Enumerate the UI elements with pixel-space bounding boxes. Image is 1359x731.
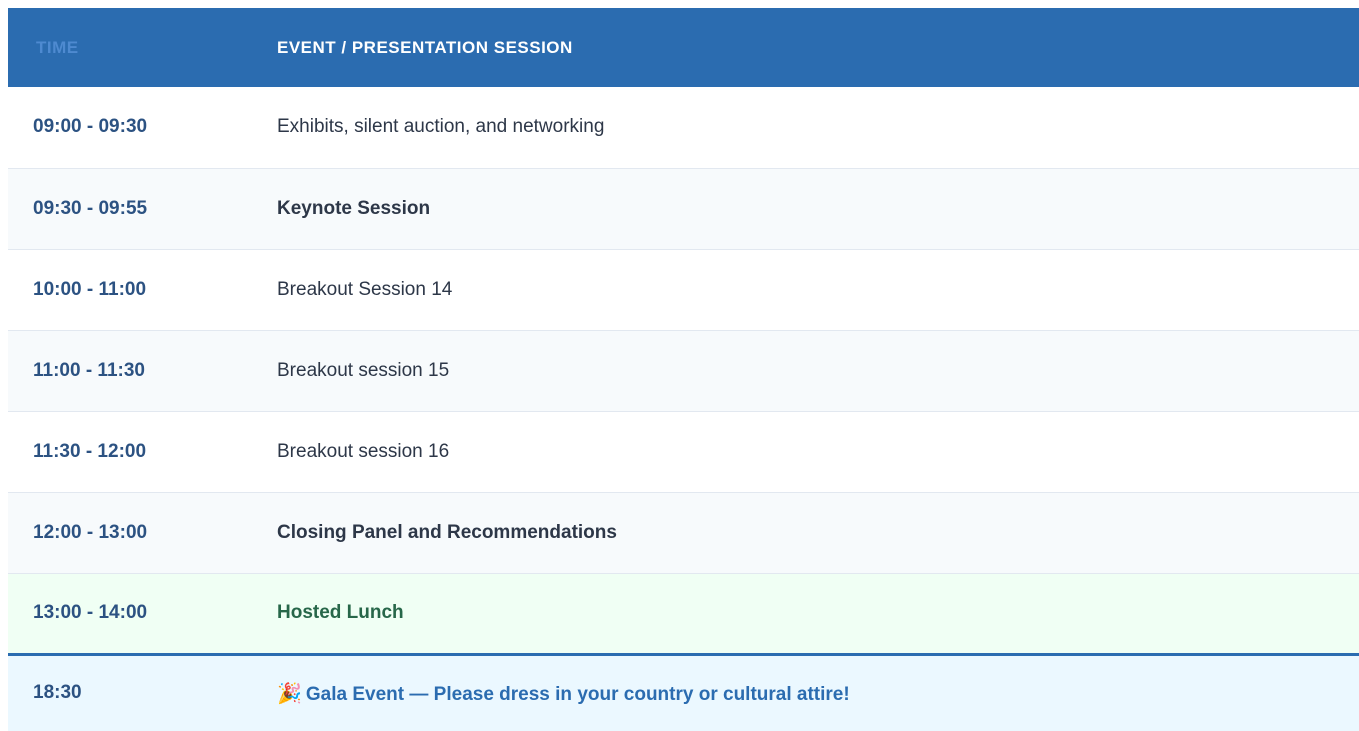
time-cell: 09:00 - 09:30 — [8, 87, 248, 169]
lunch-row: 13:00 - 14:00 Hosted Lunch — [8, 573, 1359, 655]
time-cell: 10:00 - 11:00 — [8, 249, 248, 331]
time-cell: 09:30 - 09:55 — [8, 168, 248, 250]
time-column-header: TIME — [8, 8, 248, 87]
time-cell: 11:00 - 11:30 — [8, 330, 248, 412]
event-cell: Exhibits, silent auction, and networking — [248, 87, 1359, 169]
table-row: 11:00 - 11:30 Breakout session 15 — [8, 330, 1359, 412]
time-cell: 12:00 - 13:00 — [8, 492, 248, 574]
schedule-table: TIME EVENT / PRESENTATION SESSION 09:00 … — [8, 8, 1359, 731]
event-cell: Keynote Session — [248, 168, 1359, 250]
header-row: TIME EVENT / PRESENTATION SESSION — [8, 8, 1359, 87]
event-cell: Breakout session 15 — [248, 330, 1359, 412]
table-row: 12:00 - 13:00 Closing Panel and Recommen… — [8, 492, 1359, 574]
event-cell: Breakout Session 14 — [248, 249, 1359, 331]
event-cell: Breakout session 16 — [248, 411, 1359, 493]
gala-event-label: Gala Event — Please dress in your countr… — [305, 683, 850, 705]
schedule-table-container: TIME EVENT / PRESENTATION SESSION 09:00 … — [8, 8, 1359, 731]
table-row: 11:30 - 12:00 Breakout session 16 — [8, 411, 1359, 493]
schedule-body: 09:00 - 09:30 Exhibits, silent auction, … — [8, 87, 1359, 731]
time-cell: 11:30 - 12:00 — [8, 411, 248, 493]
time-cell: 18:30 — [8, 652, 248, 731]
table-row: 09:00 - 09:30 Exhibits, silent auction, … — [8, 87, 1359, 169]
schedule-header: TIME EVENT / PRESENTATION SESSION — [8, 8, 1359, 87]
event-cell: Hosted Lunch — [248, 573, 1359, 655]
party-popper-icon: 🎉 — [277, 682, 302, 705]
event-column-header: EVENT / PRESENTATION SESSION — [248, 8, 1359, 87]
time-cell: 13:00 - 14:00 — [8, 573, 248, 655]
event-cell: Closing Panel and Recommendations — [248, 492, 1359, 574]
table-row: 10:00 - 11:00 Breakout Session 14 — [8, 249, 1359, 331]
event-cell: 🎉 Gala Event — Please dress in your count… — [248, 652, 1359, 731]
table-row: 09:30 - 09:55 Keynote Session — [8, 168, 1359, 250]
gala-row: 18:30 🎉 Gala Event — Please dress in your… — [8, 652, 1359, 731]
